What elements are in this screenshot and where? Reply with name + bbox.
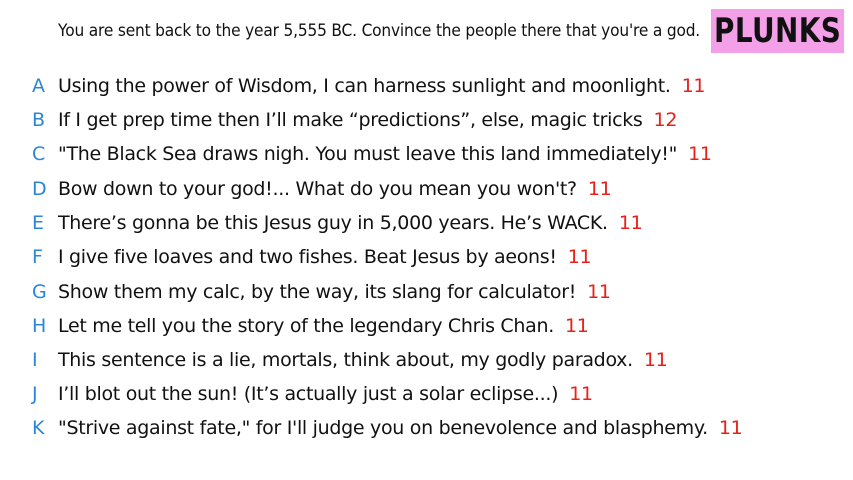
answer-score: 11 [587, 281, 611, 303]
answer-letter: B [32, 109, 46, 131]
answer-score: 11 [643, 349, 668, 371]
answer-text: I give five loaves and two fishes. Beat … [58, 246, 592, 268]
answer-letter: F [32, 246, 43, 268]
answer-score: 12 [653, 109, 678, 131]
plunks-badge-label: PLUNKS [713, 11, 842, 51]
answer-text: Bow down to your god!... What do you mea… [58, 178, 612, 200]
answer-score: 11 [688, 143, 712, 165]
answer-letter: I [32, 349, 38, 371]
answer-text: There’s gonna be this Jesus guy in 5,000… [58, 212, 643, 234]
answer-score: 11 [681, 75, 706, 97]
answer-letter: K [32, 417, 45, 439]
answer-letter: D [32, 178, 47, 200]
answer-text: "The Black Sea draws nigh. You must leav… [58, 143, 712, 165]
answer-score: 11 [618, 212, 643, 234]
answer-score: 11 [569, 383, 593, 405]
answer-letter: G [32, 281, 47, 303]
answer-score: 11 [564, 315, 589, 337]
answer-score: 11 [567, 246, 592, 268]
answer-text: Show them my calc, by the way, its slang… [58, 281, 611, 303]
answer-text: Let me tell you the story of the legenda… [58, 315, 589, 337]
prompt-text: You are sent back to the year 5,555 BC. … [58, 21, 701, 41]
answer-letter: A [32, 75, 45, 97]
answer-letter: C [32, 143, 46, 165]
answer-letter: E [32, 212, 45, 234]
answer-text: If I get prep time then I’ll make “predi… [58, 109, 678, 131]
answer-text: Using the power of Wisdom, I can harness… [58, 75, 706, 97]
answer-text: This sentence is a lie, mortals, think a… [58, 349, 668, 371]
answer-letter: J [32, 383, 38, 405]
answer-text: "Strive against fate," for I'll judge yo… [58, 417, 743, 439]
plunks-badge: PLUNKS [711, 9, 844, 53]
answer-text: I’ll blot out the sun! (It’s actually ju… [58, 383, 593, 405]
answer-score: 11 [718, 417, 743, 439]
answer-score: 11 [587, 178, 612, 200]
answer-letter: H [32, 315, 47, 337]
